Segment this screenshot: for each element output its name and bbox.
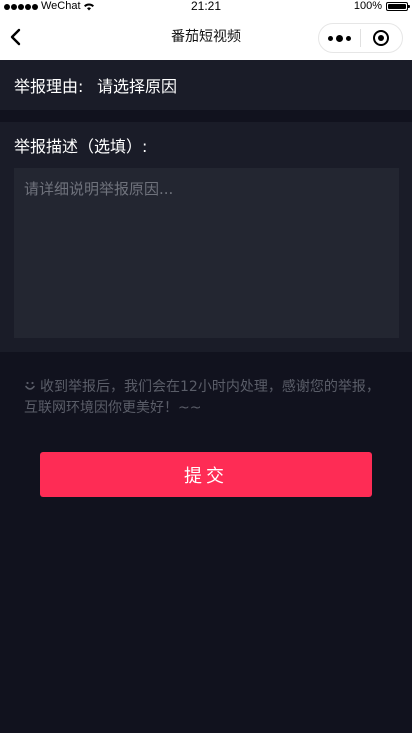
smile-icon [25,381,35,390]
target-circle-icon [373,30,390,46]
notice-text: 收到举报后，我们会在12小时内处理，感谢您的举报，互联网环境因你更美好！~~ [24,379,380,416]
submit-button[interactable]: 提交 [40,452,372,497]
status-bar: WeChat 21:21 100% [0,0,412,14]
status-time: 21:21 [190,0,222,13]
description-label: 举报描述（选填）: [14,137,148,156]
more-options-icon[interactable] [319,34,360,42]
nav-bar: 番茄短视频 [0,14,412,60]
reason-select[interactable]: 请选择原因 [97,60,177,114]
description-textarea[interactable] [14,168,399,338]
close-mini-program-button[interactable] [361,30,402,46]
reason-label: 举报理由: [14,77,84,96]
battery-percent: 100% [353,0,382,12]
status-right: 100% [353,0,410,13]
battery-icon [386,2,410,11]
mini-program-capsule [318,23,403,53]
report-description-section: 举报描述（选填）: [0,122,412,352]
report-notice: 收到举报后，我们会在12小时内处理，感谢您的举报，互联网环境因你更美好！~~ [24,377,384,419]
report-reason-row[interactable]: 举报理由: 请选择原因 [0,60,412,110]
